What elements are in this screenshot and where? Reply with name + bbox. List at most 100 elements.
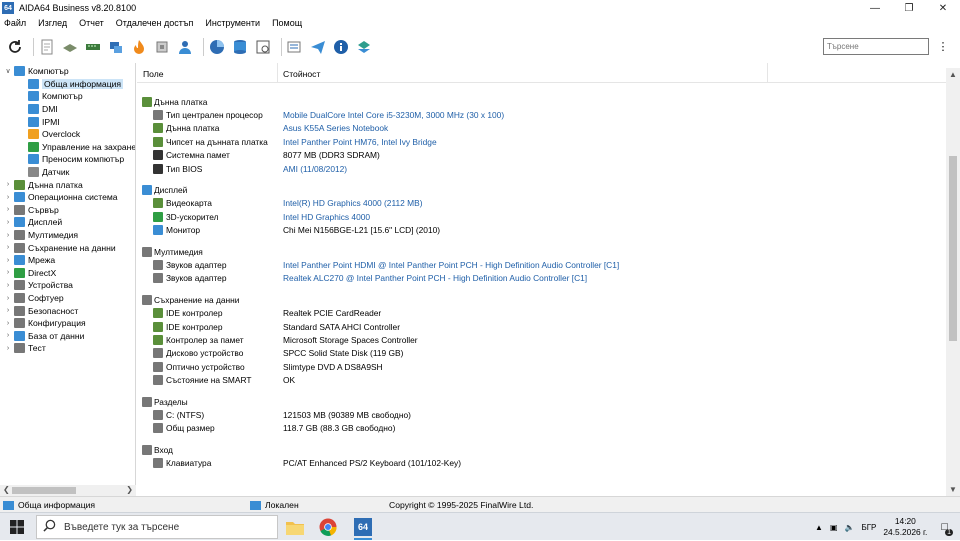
tree-item[interactable]: Обща информация <box>28 78 124 91</box>
report-icon[interactable] <box>38 38 56 56</box>
detail-row[interactable]: Чипсет на дънната платка Intel Panther Po… <box>137 135 947 148</box>
detail-row[interactable]: Тип централен процесор Mobile DualCore In… <box>137 108 947 121</box>
tree-item[interactable]: › Конфигурация <box>4 317 86 330</box>
expand-icon[interactable]: › <box>4 206 12 213</box>
info-icon[interactable] <box>332 38 350 56</box>
scroll-left-icon[interactable]: ❮ <box>3 485 10 494</box>
tree-item[interactable]: › Мрежа <box>4 254 55 267</box>
restore-button[interactable]: ❐ <box>892 0 926 16</box>
vertical-scrollbar[interactable]: ▲ ▼ <box>946 68 960 496</box>
tree-item[interactable]: › Устройства <box>4 279 73 292</box>
tree-item[interactable]: ∨ Компютър <box>4 65 69 78</box>
column-divider[interactable] <box>277 63 278 83</box>
field-value[interactable]: Intel HD Graphics 4000 <box>283 212 370 222</box>
scroll-down-icon[interactable]: ▼ <box>949 485 957 494</box>
detail-row[interactable]: IDE контролер Standard SATA AHCI Controll… <box>137 320 947 333</box>
group-header[interactable]: Дънна платка <box>137 95 947 108</box>
tree-item[interactable]: › Сървър <box>4 204 59 217</box>
motherboard-icon[interactable] <box>61 38 79 56</box>
group-header[interactable]: Вход <box>137 443 947 456</box>
detail-row[interactable]: Състояние на SMART OK <box>137 374 947 387</box>
expand-icon[interactable]: › <box>4 194 12 201</box>
tree-item[interactable]: DMI <box>28 103 58 116</box>
field-value[interactable]: Mobile DualCore Intel Core i5-3230M, 300… <box>283 110 504 120</box>
group-header[interactable]: Съхранение на данни <box>137 293 947 306</box>
language-indicator[interactable]: БГР <box>861 523 876 532</box>
user-icon[interactable] <box>176 38 194 56</box>
detail-row[interactable]: Системна памет 8077 MB (DDR3 SDRAM) <box>137 149 947 162</box>
processor-icon[interactable] <box>153 38 171 56</box>
menu-item[interactable]: Отчет <box>79 18 104 28</box>
tree-item[interactable]: › Тест <box>4 342 46 355</box>
save-report-icon[interactable] <box>286 38 304 56</box>
network-icon[interactable] <box>107 38 125 56</box>
detail-row[interactable]: Общ размер 118.7 GB (88.3 GB свободно) <box>137 422 947 435</box>
scroll-thumb[interactable] <box>949 156 957 341</box>
expand-icon[interactable]: › <box>4 307 12 314</box>
detail-row[interactable]: Монитор Chi Mei N156BGE-L21 [15.6" LCD] (… <box>137 224 947 237</box>
send-icon[interactable] <box>309 38 327 56</box>
tree-item[interactable]: › DirectX <box>4 267 56 280</box>
detail-row[interactable]: Видеокарта Intel(R) HD Graphics 4000 (211… <box>137 197 947 210</box>
field-value[interactable]: AMI (11/08/2012) <box>283 164 347 174</box>
detail-row[interactable]: Оптично устройство Slimtype DVD A DS8A9SH <box>137 360 947 373</box>
clock[interactable]: 14:20 24.5.2026 г. <box>883 516 927 538</box>
people-icon[interactable]: ▲ <box>815 523 823 532</box>
update-icon[interactable] <box>355 38 373 56</box>
field-value[interactable]: Asus K55A Series Notebook <box>283 123 388 133</box>
flame-icon[interactable] <box>130 38 148 56</box>
column-divider[interactable] <box>767 63 768 83</box>
detail-row[interactable]: Звуков адаптер Intel Panther Point HDMI @… <box>137 258 947 271</box>
group-header[interactable]: Дисплей <box>137 183 947 196</box>
tree-item[interactable]: › Съхранение на данни <box>4 241 116 254</box>
file-explorer-icon[interactable] <box>283 516 307 538</box>
scroll-up-icon[interactable]: ▲ <box>949 70 957 79</box>
column-value-header[interactable]: Стойност <box>283 69 320 79</box>
expand-icon[interactable]: › <box>4 219 12 226</box>
scroll-thumb[interactable] <box>12 487 76 494</box>
tree-item[interactable]: IPMI <box>28 115 60 128</box>
detail-row[interactable]: 3D-ускорител Intel HD Graphics 4000 <box>137 210 947 223</box>
tree-item[interactable]: Управление на захранe <box>28 141 135 154</box>
expand-icon[interactable]: › <box>4 345 12 352</box>
minimize-button[interactable]: — <box>858 0 892 16</box>
tree-item[interactable]: › Безопасност <box>4 304 78 317</box>
tree-item[interactable]: › Дънна платка <box>4 178 83 191</box>
detail-row[interactable]: IDE контролер Realtek PCIE CardReader <box>137 307 947 320</box>
chrome-icon[interactable] <box>316 516 340 538</box>
database-icon[interactable] <box>231 38 249 56</box>
menu-item[interactable]: Изглед <box>38 18 67 28</box>
expand-icon[interactable]: › <box>4 244 12 251</box>
detail-row[interactable]: Дънна платка Asus K55A Series Notebook <box>137 122 947 135</box>
expand-icon[interactable]: › <box>4 295 12 302</box>
column-field-header[interactable]: Поле <box>143 69 164 79</box>
menu-item[interactable]: Отдалечен достъп <box>116 18 194 28</box>
tree-item[interactable]: › База от данни <box>4 330 84 343</box>
windows-start-icon[interactable] <box>10 520 24 534</box>
tree-horizontal-scrollbar[interactable]: ❮ ❯ <box>0 485 136 496</box>
notifications-icon[interactable]: □ 1 <box>941 521 953 536</box>
menu-item[interactable]: Помощ <box>272 18 302 28</box>
network-icon[interactable]: ▣ <box>830 523 838 532</box>
chart-icon[interactable] <box>208 38 226 56</box>
tree-item[interactable]: › Мултимедия <box>4 229 78 242</box>
field-value[interactable]: Intel Panther Point HDMI @ Intel Panther… <box>283 260 619 270</box>
close-button[interactable]: ✕ <box>926 0 960 16</box>
expand-icon[interactable]: › <box>4 332 12 339</box>
expand-icon[interactable]: › <box>4 269 12 276</box>
tree-item[interactable]: Датчик <box>28 166 69 179</box>
aida64-taskbar-button[interactable]: 64 <box>351 516 375 540</box>
collapse-icon[interactable]: ∨ <box>4 67 12 75</box>
taskbar-search[interactable]: Въведете тук за търсене <box>36 515 278 539</box>
field-value[interactable]: Intel Panther Point HM76, Intel Ivy Brid… <box>283 137 437 147</box>
expand-icon[interactable]: › <box>4 320 12 327</box>
tree-item[interactable]: › Дисплей <box>4 216 62 229</box>
group-header[interactable]: Мултимедия <box>137 245 947 258</box>
tree-item[interactable]: › Операционна система <box>4 191 118 204</box>
field-value[interactable]: Intel(R) HD Graphics 4000 (2112 MB) <box>283 198 422 208</box>
menu-item[interactable]: Файл <box>4 18 26 28</box>
expand-icon[interactable]: › <box>4 232 12 239</box>
expand-icon[interactable]: › <box>4 282 12 289</box>
volume-icon[interactable]: 🔈 <box>845 523 855 532</box>
expand-icon[interactable]: › <box>4 181 12 188</box>
